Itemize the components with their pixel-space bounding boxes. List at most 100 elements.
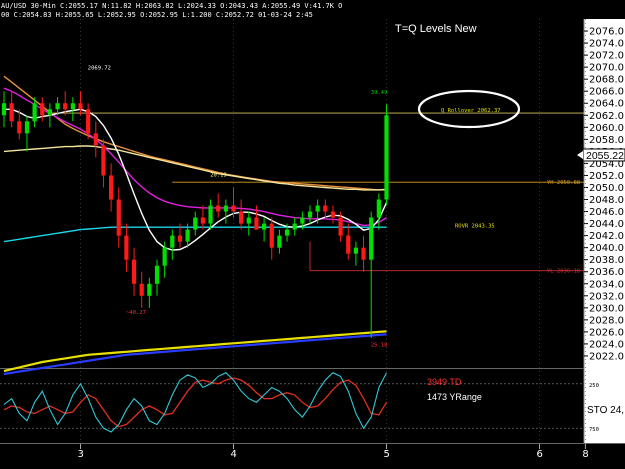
chart-annotation: 39.49 [371,90,388,96]
y-tick-label: 2058.0 [589,135,624,146]
candle-body[interactable] [1,103,7,116]
stoch-label: STO 24, [587,405,624,416]
candle-body[interactable] [124,235,129,260]
y-tick-label: 2042.0 [589,231,624,242]
candle-body[interactable] [239,211,244,224]
candle-body[interactable] [170,235,175,248]
level-label: YH 2050.88 [547,180,580,186]
y-tick-label: 2036.0 [589,267,624,278]
candle-body[interactable] [193,217,198,230]
price-chart[interactable]: AU/USD 30-Min C:2055.17 N:11.82 H:2063.8… [0,0,625,469]
candle-body[interactable] [353,247,358,254]
level-label: YL 2036.18 [547,269,580,275]
chart-annotation: 25.18 [371,342,388,348]
header-line-2: 00 C:2054.83 H:2055.65 L:2052.95 O:2052.… [1,11,313,19]
candle-body[interactable] [262,223,267,230]
y-tick-label: 2032.0 [589,291,624,302]
candle-body[interactable] [307,211,313,218]
candle-body[interactable] [369,217,374,260]
y-tick-label: 2052.0 [589,171,624,182]
candle-body[interactable] [269,223,274,248]
candle-body[interactable] [24,121,30,134]
stoch-tick-label: 750 [589,427,599,433]
y-tick-label: 2038.0 [589,255,624,266]
candle-body[interactable] [185,229,190,242]
candle-body[interactable] [32,103,37,122]
candle-body[interactable] [154,265,160,284]
y-tick-label: 2062.0 [589,111,624,122]
candle-body[interactable] [109,175,114,200]
candle-body[interactable] [131,259,137,284]
candle-body[interactable] [162,247,167,266]
candle-body[interactable] [70,103,75,110]
header-line-1: AU/USD 30-Min C:2055.17 N:11.82 H:2063.8… [1,2,342,10]
candle-body[interactable] [384,115,389,200]
candle-body[interactable] [315,205,320,212]
candle-body[interactable] [277,235,282,248]
candle-body[interactable] [93,133,98,146]
y-tick-label: 2066.0 [589,87,624,98]
y-tick-label: 2074.0 [589,39,624,50]
y-tick-label: 2026.0 [589,327,624,338]
y-tick-label: 2048.0 [589,195,624,206]
chart-title: T=Q Levels New [395,23,477,35]
candle-body[interactable] [346,235,351,254]
y-tick-label: 2060.0 [589,123,624,134]
candle-body[interactable] [47,109,52,116]
candle-body[interactable] [361,247,366,260]
candle-body[interactable] [40,103,45,116]
td-info: 3949 TD [427,377,462,387]
candle-body[interactable] [208,205,213,224]
candle-body[interactable] [86,109,91,134]
candle-body[interactable] [177,235,183,242]
candle-body[interactable] [330,211,336,218]
candle-body[interactable] [254,217,259,230]
x-tick-label: 3 [78,449,84,460]
candle-body[interactable] [139,283,144,296]
candle-body[interactable] [55,103,60,110]
current-price-label: 2055.22 [586,150,624,162]
x-tick-label: 5 [384,449,390,460]
stoch-tick-label: 250 [589,383,599,389]
price-axis[interactable]: 2022.02024.02026.02028.02030.02032.02034… [583,19,625,443]
y-tick-label: 2044.0 [589,219,624,230]
candle-body[interactable] [300,217,305,224]
candle-body[interactable] [338,217,343,236]
y-tick-label: 2028.0 [589,315,624,326]
x-tick-label: 6 [537,449,543,460]
y-tick-label: 2050.0 [589,183,624,194]
candle-body[interactable] [246,217,251,224]
candle-body[interactable] [101,145,106,176]
candle-body[interactable] [292,223,297,230]
candle-body[interactable] [231,205,236,212]
x-tick-label: 8 [582,449,588,460]
y-tick-label: 2034.0 [589,279,624,290]
current-price-marker: 2055.22 [577,148,625,162]
yrange-info: 1473 YRange [427,392,482,402]
candle-body[interactable] [63,103,68,110]
y-tick-label: 2040.0 [589,243,624,254]
chart-annotation: 2069.72 [88,66,111,72]
candle-body[interactable] [78,103,83,110]
candle-body[interactable] [147,283,152,296]
y-tick-label: 2072.0 [589,51,624,62]
x-tick-label: 4 [231,449,237,460]
y-tick-label: 2068.0 [589,75,624,86]
y-tick-label: 2022.0 [589,351,624,362]
candle-body[interactable] [116,199,121,236]
candle-body[interactable] [376,199,381,218]
y-tick-label: 2024.0 [589,339,624,350]
candle-body[interactable] [17,121,22,134]
candle-body[interactable] [284,229,290,236]
candle-body[interactable] [323,205,328,212]
y-tick-label: 2030.0 [589,303,624,314]
chart-annotation: 20.19 [210,173,227,179]
y-tick-label: 2046.0 [589,207,624,218]
y-tick-label: 2070.0 [589,63,624,74]
chart-annotation: ROVR 2043.35 [455,223,495,229]
candle-body[interactable] [223,205,228,212]
y-tick-label: 2076.0 [589,27,624,38]
candle-body[interactable] [9,103,14,122]
candle-body[interactable] [216,205,221,212]
candle-body[interactable] [200,217,205,224]
